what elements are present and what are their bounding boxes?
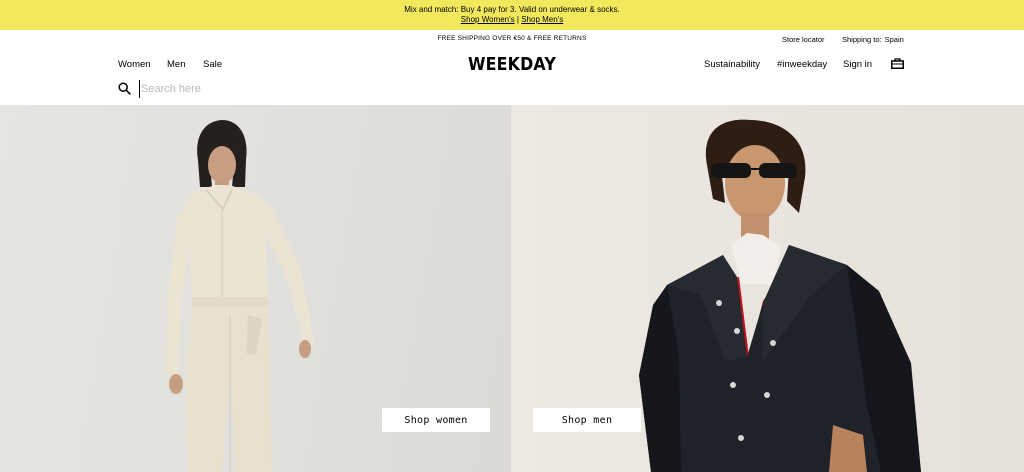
shop-men-button[interactable]: Shop men [533,408,641,432]
store-locator-link[interactable]: Store locator [782,35,825,44]
nav-item-sign-in[interactable]: Sign in [843,59,872,70]
nav-item-sale[interactable]: Sale [203,59,222,70]
search-input[interactable] [139,80,439,98]
promo-link-shop-mens[interactable]: Shop Men's [521,15,563,24]
shipping-country: Spain [884,35,904,44]
promo-message: Mix and match: Buy 4 pay for 3. Valid on… [404,5,620,14]
shipping-country-selector[interactable]: Shipping to: Spain [842,35,904,44]
shopping-bag-icon[interactable] [891,58,904,69]
hero-men-panel[interactable]: Shop men [511,105,1024,472]
nav-item-sustainability[interactable]: Sustainability [704,59,760,70]
nav-item-inweekday[interactable]: #inweekday [777,59,827,70]
shipping-label: Shipping to: [842,35,882,44]
nav-item-men[interactable]: Men [167,59,185,70]
hero-women-panel[interactable]: Shop women [0,105,511,472]
shop-women-button[interactable]: Shop women [382,408,490,432]
nav-item-women[interactable]: Women [118,59,151,70]
promo-bar: Mix and match: Buy 4 pay for 3. Valid on… [0,0,1024,30]
search-icon[interactable] [118,82,131,95]
promo-link-shop-womens[interactable]: Shop Women's [461,15,515,24]
search-bar [0,80,1024,105]
weekday-logo[interactable]: WEEKDAY [468,54,556,75]
hero-banner: Shop women Shop men [0,105,1024,472]
promo-separator: | [516,15,519,24]
main-nav: Women Men Sale WEEKDAY Sustainability #i… [0,48,1024,82]
utility-bar: FREE SHIPPING OVER €50 & FREE RETURNS St… [0,30,1024,48]
